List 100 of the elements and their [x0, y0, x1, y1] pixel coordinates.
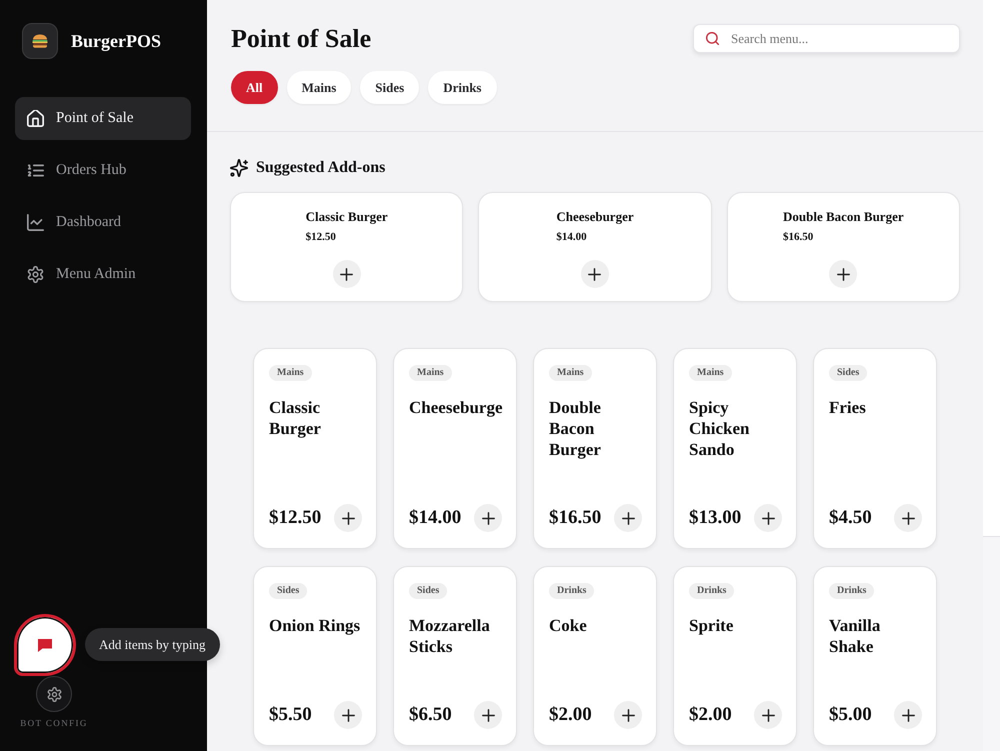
item-name: Classic Burger — [306, 209, 388, 225]
search-field[interactable]: Search menu... — [693, 24, 960, 53]
add-button[interactable] — [334, 504, 362, 532]
product-price: $12.50 — [269, 507, 322, 529]
product-card[interactable]: Sides Mozzarella Sticks $6.50 — [393, 566, 517, 746]
scrollbar-thumb[interactable] — [983, 0, 1000, 537]
line-chart-icon — [27, 214, 44, 231]
nav-item[interactable]: Orders Hub — [15, 149, 191, 192]
sparkles-icon — [230, 159, 248, 177]
plus-icon — [762, 708, 774, 722]
add-button[interactable] — [332, 260, 361, 288]
add-button[interactable] — [614, 504, 642, 532]
plus-icon — [836, 268, 850, 280]
filter-button[interactable]: Mains — [286, 71, 352, 104]
plus-icon — [342, 708, 354, 722]
add-button[interactable] — [894, 504, 922, 532]
add-button[interactable] — [754, 504, 782, 532]
add-button[interactable] — [754, 701, 782, 729]
plus-icon — [482, 512, 494, 524]
category-tag: Sides — [829, 365, 868, 381]
addon-card[interactable]: Classic Burger $12.50 — [230, 192, 464, 302]
addon-card[interactable]: Double Bacon Burger $16.50 — [726, 192, 960, 302]
product-price: $2.00 — [549, 704, 592, 726]
add-button[interactable] — [474, 701, 502, 729]
filter-button[interactable]: Sides — [360, 71, 420, 104]
plus-icon — [622, 512, 634, 524]
item-price: $12.50 — [306, 231, 336, 243]
product-name: Vanilla Shake — [829, 615, 882, 657]
product-name: Sprite — [689, 615, 734, 636]
product-name: Coke — [549, 615, 588, 636]
filter-button[interactable]: All — [231, 71, 278, 104]
product-card[interactable]: Mains Double Bacon Burger $16.50 — [533, 348, 657, 549]
category-tag: Sides — [409, 583, 448, 599]
category-tag: Drinks — [689, 583, 734, 599]
product-card[interactable]: Sides Onion Rings $5.50 — [253, 566, 377, 746]
product-card[interactable]: Drinks Sprite $2.00 — [673, 566, 797, 746]
product-price: $16.50 — [549, 507, 602, 529]
nav-item[interactable]: Menu Admin — [15, 253, 191, 296]
plus-icon — [340, 268, 354, 280]
product-price: $4.50 — [829, 507, 872, 529]
product-name: Classic Burger — [269, 397, 322, 439]
brand-name: BurgerPOS — [71, 30, 161, 52]
product-card[interactable]: Mains Classic Burger $12.50 — [253, 348, 377, 549]
bot-config-label: BOT CONFIG — [20, 718, 88, 729]
product-price: $5.50 — [269, 704, 312, 726]
nav-item[interactable]: Point of Sale — [15, 97, 191, 140]
product-card[interactable]: Mains Cheeseburge $14.00 — [393, 348, 517, 549]
gear-icon — [27, 266, 44, 283]
product-price: $6.50 — [409, 704, 452, 726]
product-price: $5.00 — [829, 704, 872, 726]
category-tag: Sides — [269, 583, 308, 599]
category-tag: Drinks — [549, 583, 594, 599]
product-price: $13.00 — [689, 507, 742, 529]
chat-bubble-icon — [38, 638, 52, 652]
add-button[interactable] — [614, 701, 642, 729]
filter-button[interactable]: Drinks — [428, 71, 496, 104]
category-tag: Drinks — [829, 583, 874, 599]
product-card[interactable]: Mains Spicy Chicken Sando $13.00 — [673, 348, 797, 549]
product-price: $2.00 — [689, 704, 732, 726]
numbered-list-icon — [27, 162, 44, 179]
plus-icon — [482, 708, 494, 722]
product-card[interactable]: Sides Fries $4.50 — [813, 348, 937, 549]
item-price: $16.50 — [783, 231, 814, 243]
add-button[interactable] — [894, 701, 922, 729]
plus-icon — [902, 512, 914, 524]
product-card[interactable]: Drinks Vanilla Shake $5.00 — [813, 566, 937, 746]
product-name: Spicy Chicken Sando — [689, 397, 750, 460]
add-button[interactable] — [334, 701, 362, 729]
gear-icon — [46, 686, 62, 702]
category-tag: Mains — [549, 365, 592, 381]
search-icon — [706, 32, 719, 45]
plus-icon — [622, 708, 634, 722]
section-title: Suggested Add-ons — [256, 158, 386, 178]
home-icon — [27, 110, 44, 127]
nav-item[interactable]: Dashboard — [15, 201, 191, 244]
plus-icon — [902, 708, 914, 722]
item-price: $14.00 — [556, 231, 587, 243]
category-tag: Mains — [409, 365, 452, 381]
category-tag: Mains — [269, 365, 312, 381]
product-name: Double Bacon Burger — [549, 397, 602, 460]
product-name: Cheeseburge — [409, 397, 502, 418]
plus-icon — [342, 512, 354, 524]
product-name: Fries — [829, 397, 867, 418]
bot-config-button[interactable] — [36, 676, 72, 712]
item-name: Double Bacon Burger — [783, 209, 904, 225]
product-price: $14.00 — [409, 507, 462, 529]
category-tag: Mains — [689, 365, 732, 381]
product-name: Onion Rings — [269, 615, 362, 636]
add-button[interactable] — [580, 260, 609, 288]
burger-logo-icon — [22, 23, 58, 59]
addon-card[interactable]: Cheeseburger $14.00 — [478, 192, 712, 302]
item-name: Cheeseburger — [556, 209, 634, 225]
add-button[interactable] — [829, 260, 858, 288]
product-card[interactable]: Drinks Coke $2.00 — [533, 566, 657, 746]
page-title: Point of Sale — [231, 23, 372, 55]
plus-icon — [588, 268, 602, 280]
product-name: Mozzarella Sticks — [409, 615, 491, 657]
add-button[interactable] — [474, 504, 502, 532]
tooltip: Add items by typing — [85, 628, 220, 661]
plus-icon — [762, 512, 774, 524]
